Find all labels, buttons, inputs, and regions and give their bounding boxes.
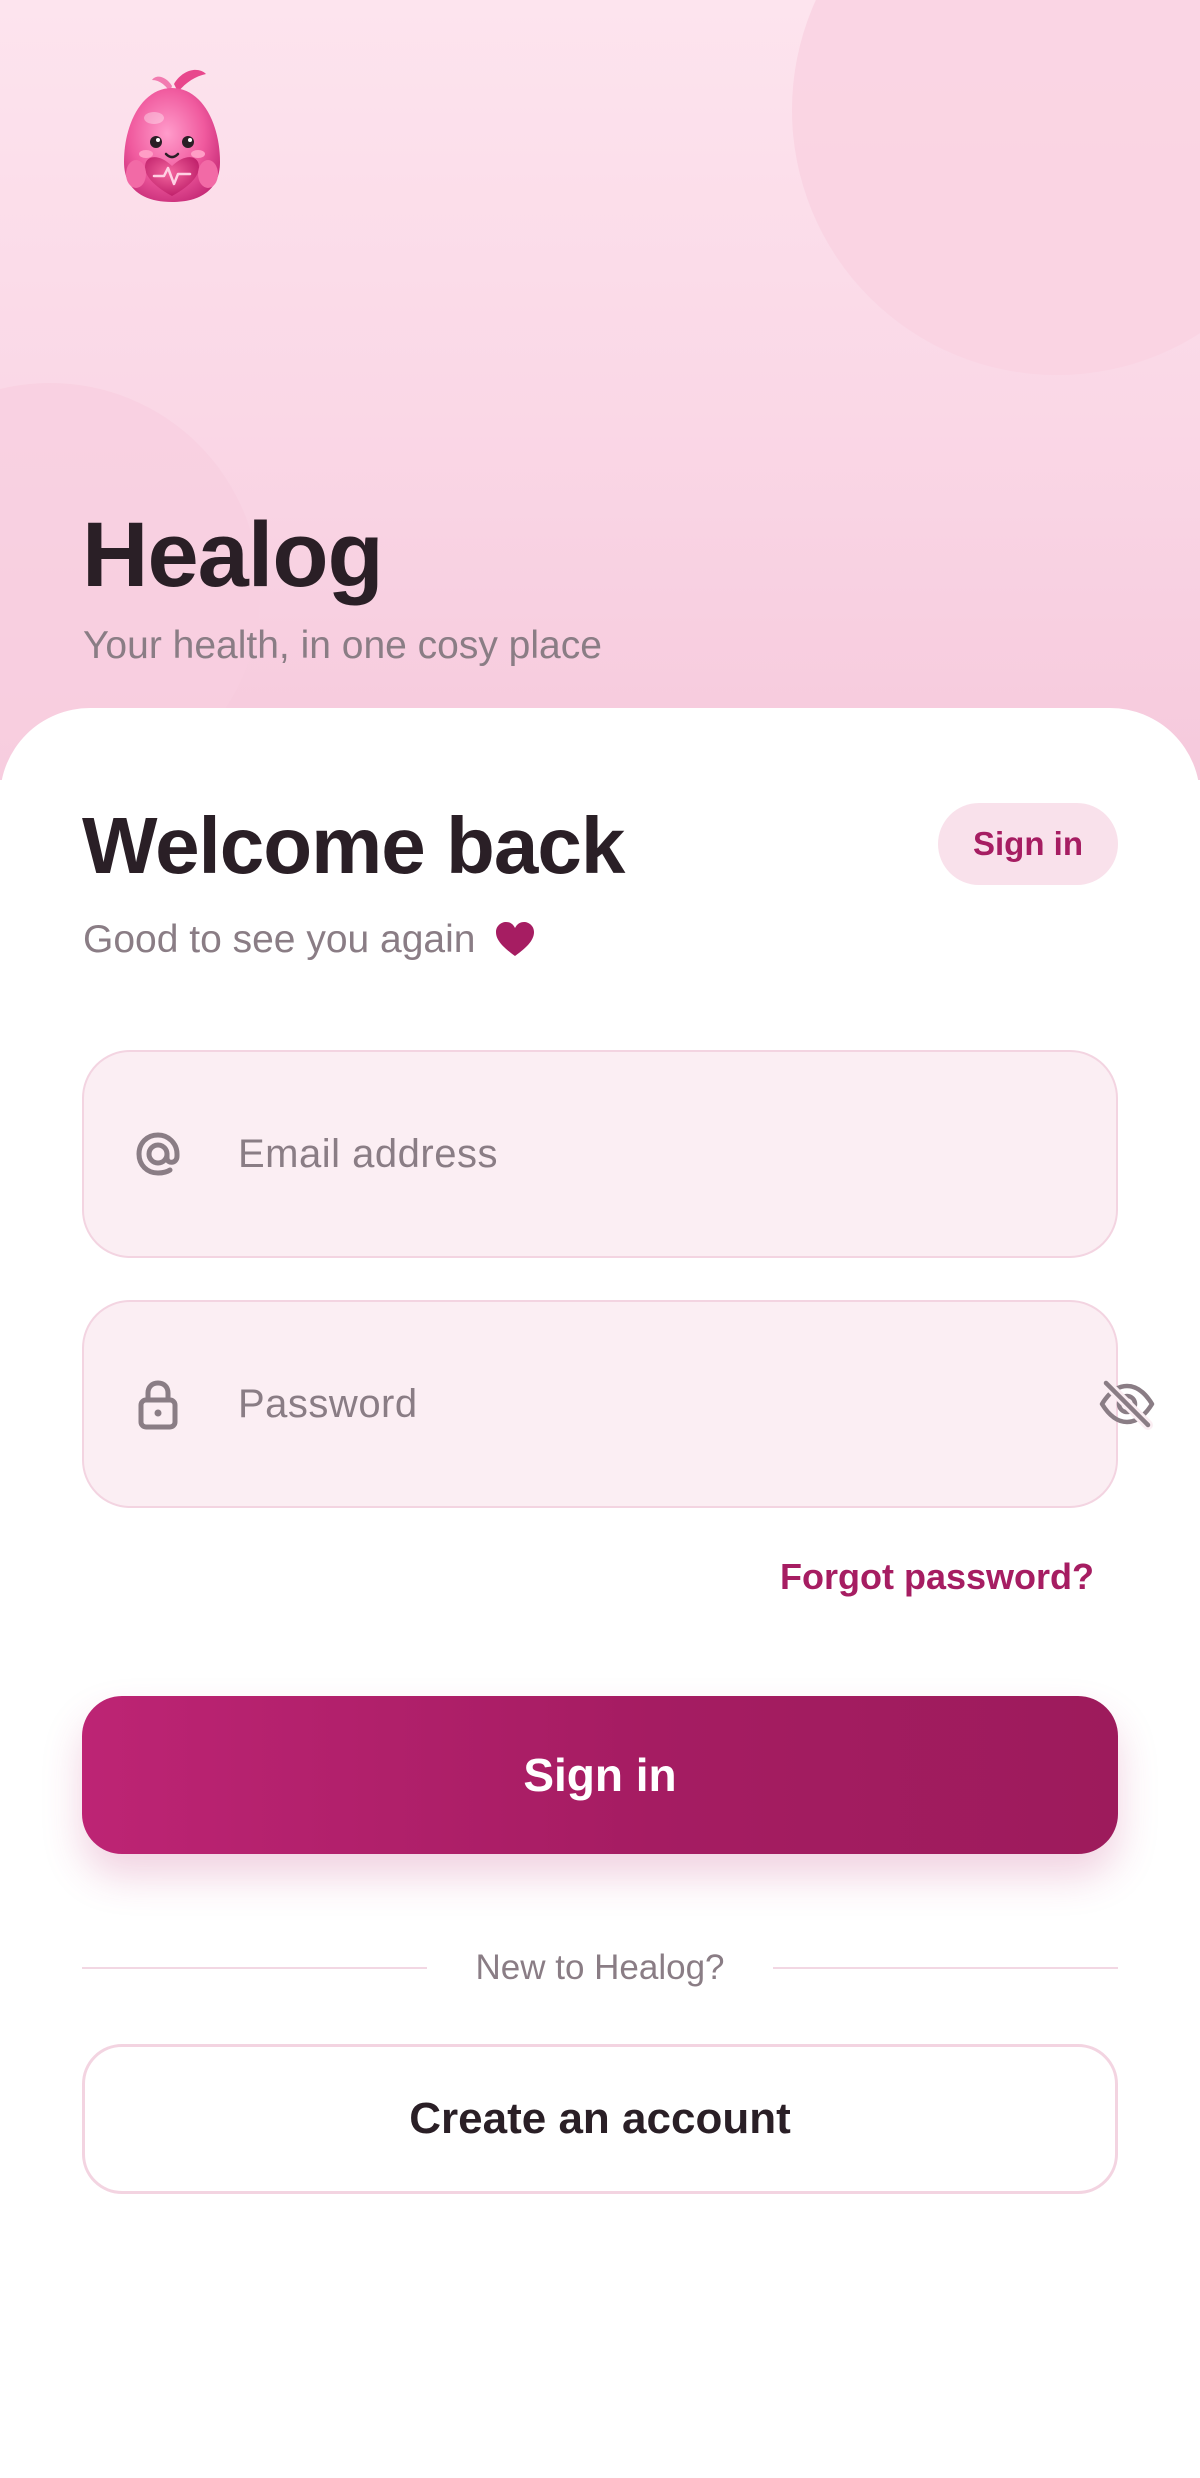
sign-in-mode-pill[interactable]: Sign in xyxy=(938,803,1118,885)
welcome-subtitle: Good to see you again xyxy=(83,918,535,962)
hero-header: Healog Your health, in one cosy place xyxy=(0,0,1200,780)
decorative-circle xyxy=(792,0,1200,375)
page-title: Welcome back xyxy=(82,801,625,890)
create-account-button[interactable]: Create an account xyxy=(82,2044,1118,2194)
welcome-subtitle-text: Good to see you again xyxy=(83,918,476,961)
divider-line xyxy=(772,1967,1119,1969)
divider-label: New to Healog? xyxy=(475,1948,725,1987)
eye-off-icon[interactable] xyxy=(1096,1373,1158,1435)
app-name: Healog xyxy=(82,504,384,606)
password-field[interactable] xyxy=(82,1300,1155,1508)
sign-in-button[interactable]: Sign in xyxy=(82,1696,1118,1854)
signup-divider: New to Healog? xyxy=(82,1947,1119,1989)
mascot-logo xyxy=(124,69,220,202)
app-tagline: Your health, in one cosy place xyxy=(83,624,602,667)
forgot-password-link[interactable]: Forgot password? xyxy=(780,1556,1094,1598)
divider-line xyxy=(82,1967,428,1969)
email-input[interactable] xyxy=(238,1052,998,1256)
email-field[interactable] xyxy=(82,1050,1118,1258)
heart-icon xyxy=(496,922,535,956)
password-input[interactable] xyxy=(238,1302,998,1506)
at-icon xyxy=(136,1132,180,1176)
lock-icon xyxy=(138,1380,178,1430)
